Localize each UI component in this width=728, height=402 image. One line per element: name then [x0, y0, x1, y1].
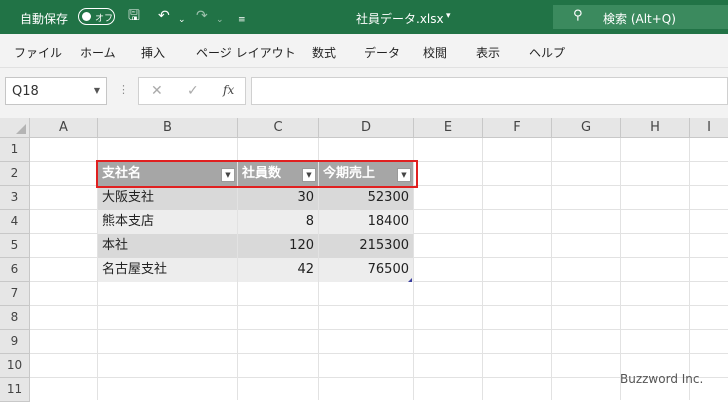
column-header-h[interactable]: H [621, 118, 690, 138]
gridline [30, 353, 728, 354]
toggle-knob [82, 12, 91, 21]
undo-icon[interactable]: ↶ [158, 8, 170, 24]
autosave-label: 自動保存 [20, 12, 69, 26]
ribbon-tabs: ファイル ホーム 挿入 ページ レイアウト 数式 データ 校閲 表示 ヘルプ [0, 34, 728, 68]
autosave-toggle[interactable]: オフ [78, 8, 115, 25]
watermark: Buzzword Inc. [620, 372, 704, 386]
cancel-icon[interactable]: ✕ [151, 83, 163, 99]
row-header-2[interactable]: 2 [0, 162, 30, 186]
tab-data[interactable]: データ [364, 44, 400, 61]
table-header-branch[interactable]: 支社名 [98, 162, 237, 186]
row-header-11[interactable]: 11 [0, 378, 30, 402]
table-cell[interactable]: 本社 [98, 234, 237, 258]
filter-dropdown-icon[interactable]: ▼ [302, 168, 316, 182]
column-header-c[interactable]: C [238, 118, 319, 138]
table-cell[interactable]: 120 [238, 234, 318, 258]
row-header-6[interactable]: 6 [0, 258, 30, 282]
row-header-3[interactable]: 3 [0, 186, 30, 210]
row-header-10[interactable]: 10 [0, 354, 30, 378]
more-options-icon[interactable]: ⋮ [118, 83, 129, 96]
tab-home[interactable]: ホーム [80, 44, 116, 61]
row-header-5[interactable]: 5 [0, 234, 30, 258]
chevron-down-icon[interactable]: ▼ [94, 86, 100, 95]
gridline [689, 138, 690, 400]
table-cell[interactable]: 52300 [319, 186, 413, 210]
gridline [413, 138, 414, 400]
header-label: 今期売上 [323, 166, 376, 181]
table-cell[interactable]: 215300 [319, 234, 413, 258]
tab-help[interactable]: ヘルプ [529, 44, 565, 61]
row-header-9[interactable]: 9 [0, 330, 30, 354]
name-box[interactable]: Q18 ▼ [5, 77, 107, 105]
header-label: 支社名 [102, 166, 142, 181]
row-header-8[interactable]: 8 [0, 306, 30, 330]
filter-dropdown-icon[interactable]: ▼ [397, 168, 411, 182]
filter-dropdown-icon[interactable]: ▼ [221, 168, 235, 182]
enter-icon[interactable]: ✓ [187, 83, 199, 99]
formula-input[interactable] [251, 77, 728, 105]
name-box-value: Q18 [12, 84, 39, 99]
column-header-i[interactable]: I [690, 118, 728, 138]
table-cell[interactable]: 30 [238, 186, 318, 210]
search-placeholder: 検索 (Alt+Q) [603, 12, 676, 26]
select-all-corner[interactable] [0, 118, 30, 138]
column-header-g[interactable]: G [552, 118, 621, 138]
gridline [30, 305, 728, 306]
row-header-7[interactable]: 7 [0, 282, 30, 306]
row-header-1[interactable]: 1 [0, 138, 30, 162]
tab-page-layout[interactable]: ページ レイアウト [196, 44, 296, 61]
table-cell[interactable]: 42 [238, 258, 318, 282]
save-icon[interactable]: 🖫 [128, 8, 140, 24]
gridline [551, 138, 552, 400]
gridline [30, 329, 728, 330]
insert-function-icon[interactable]: fx [223, 83, 234, 97]
table-resize-handle[interactable] [408, 278, 412, 282]
table-cell[interactable]: 8 [238, 210, 318, 234]
row-header-4[interactable]: 4 [0, 210, 30, 234]
column-header-f[interactable]: F [483, 118, 552, 138]
column-header-a[interactable]: A [30, 118, 98, 138]
chevron-down-icon[interactable]: ▾ [446, 11, 451, 21]
table-cell[interactable]: 76500 [319, 258, 413, 282]
gridline [482, 138, 483, 400]
table-cell[interactable]: 大阪支社 [98, 186, 237, 210]
undo-dropdown-icon[interactable]: ⌄ [178, 12, 186, 28]
customize-toolbar-icon[interactable]: ≡ [238, 12, 246, 28]
column-header-b[interactable]: B [98, 118, 238, 138]
column-header-e[interactable]: E [414, 118, 483, 138]
file-name[interactable]: 社員データ.xlsx [356, 10, 444, 27]
formula-area: Q18 ▼ ⋮ ✕ ✓ fx [0, 68, 728, 118]
search-icon: ⚲ [573, 8, 583, 23]
search-box[interactable]: ⚲ 検索 (Alt+Q) [553, 5, 728, 29]
tab-formulas[interactable]: 数式 [312, 44, 336, 61]
tab-review[interactable]: 校閲 [423, 44, 447, 61]
header-label: 社員数 [242, 166, 282, 181]
tab-insert[interactable]: 挿入 [141, 44, 165, 61]
table-cell[interactable]: 18400 [319, 210, 413, 234]
formula-buttons: ✕ ✓ fx [138, 77, 246, 105]
table-cell[interactable]: 名古屋支社 [98, 258, 237, 282]
title-bar: 自動保存 オフ 🖫 ↶ ⌄ ↷ ⌄ ≡ 社員データ.xlsx ▾ ⚲ 検索 (A… [0, 0, 728, 34]
tab-file[interactable]: ファイル [14, 44, 62, 61]
table-cell[interactable]: 熊本支店 [98, 210, 237, 234]
gridline [620, 138, 621, 400]
tab-view[interactable]: 表示 [476, 44, 500, 61]
redo-dropdown-icon[interactable]: ⌄ [216, 12, 224, 28]
autosave-state: オフ [95, 14, 114, 24]
worksheet-grid[interactable]: A B C D E F G H I 1 2 3 4 5 6 7 8 9 10 1… [0, 118, 728, 402]
redo-icon[interactable]: ↷ [196, 8, 208, 24]
column-header-d[interactable]: D [319, 118, 414, 138]
